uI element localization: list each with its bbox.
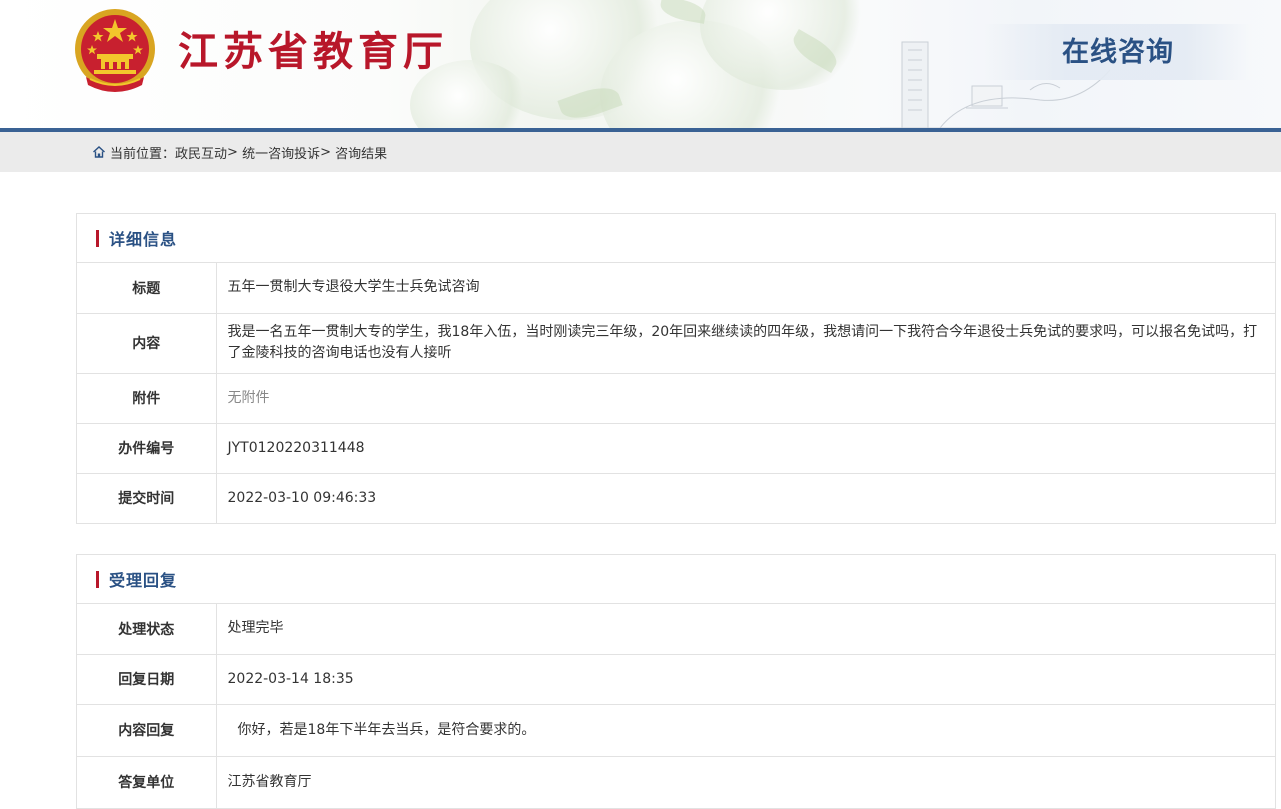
breadcrumb-prefix: 当前位置： — [110, 146, 176, 162]
breadcrumb: 当前位置： 政民互动 > 统一咨询投诉 > 咨询结果 — [92, 132, 387, 172]
detail-panel-header: 详细信息 — [77, 214, 1275, 263]
table-row: 内容回复 你好，若是18年下半年去当兵，是符合要求的。 — [77, 703, 1275, 756]
row-value-case-number: JYT0120220311448 — [216, 422, 1275, 473]
table-row: 内容 我是一名五年一贯制大专的学生，我18年入伍，当时刚读完三年级，20年回来继… — [77, 312, 1275, 373]
row-label-reply-unit: 答复单位 — [77, 755, 217, 808]
panel-heading-marker — [96, 229, 99, 247]
home-icon — [93, 146, 105, 158]
row-value-reply-unit: 江苏省教育厅 — [216, 755, 1275, 808]
row-value-status: 处理完毕 — [227, 620, 284, 637]
site-header: 江苏省教育厅 在线咨询 — [0, 0, 1281, 128]
reply-panel-title: 受理回复 — [109, 571, 178, 590]
row-label-content: 内容 — [77, 312, 217, 373]
breadcrumb-separator: > — [227, 144, 238, 160]
breadcrumb-separator: > — [320, 144, 331, 160]
row-value-reply-date: 2022-03-14 18:35 — [216, 653, 1275, 704]
table-row: 附件 无附件 — [77, 372, 1275, 423]
row-value-reply-content-cell: 你好，若是18年下半年去当兵，是符合要求的。 — [216, 703, 1275, 756]
row-label-case-number: 办件编号 — [77, 422, 217, 473]
row-label-reply-content: 内容回复 — [77, 703, 217, 756]
detail-panel: 详细信息 标题 五年一贯制大专退役大学生士兵免试咨询 内容 我是一名五年一贯制大… — [76, 213, 1276, 524]
table-row: 回复日期 2022-03-14 18:35 — [77, 653, 1275, 704]
reply-panel: 受理回复 处理状态 处理完毕 回复日期 2022-03-14 18:35 内容回… — [76, 554, 1276, 809]
table-row: 标题 五年一贯制大专退役大学生士兵免试咨询 — [77, 263, 1275, 313]
breadcrumb-link-gov-interaction[interactable]: 政民互动 — [175, 143, 227, 162]
header-leaf-decoration — [658, 0, 708, 24]
row-label-attachment: 附件 — [77, 372, 217, 423]
reply-table: 处理状态 处理完毕 回复日期 2022-03-14 18:35 内容回复 你好，… — [77, 604, 1275, 808]
row-label-reply-date: 回复日期 — [77, 653, 217, 704]
row-value-submit-time: 2022-03-10 09:46:33 — [216, 472, 1275, 523]
site-title: 江苏省教育厅 — [178, 28, 448, 75]
detail-table: 标题 五年一贯制大专退役大学生士兵免试咨询 内容 我是一名五年一贯制大专的学生，… — [77, 263, 1275, 523]
row-value-title: 五年一贯制大专退役大学生士兵免试咨询 — [227, 279, 480, 296]
table-row: 处理状态 处理完毕 — [77, 604, 1275, 654]
row-label-title: 标题 — [77, 263, 217, 313]
panel-heading-marker — [96, 570, 99, 588]
row-value-attachment: 无附件 — [216, 372, 1275, 423]
section-title: 在线咨询 — [1062, 37, 1174, 68]
table-row: 答复单位 江苏省教育厅 — [77, 755, 1275, 808]
breadcrumb-link-consult-complaint[interactable]: 统一咨询投诉 — [242, 143, 320, 162]
reply-panel-header: 受理回复 — [77, 555, 1275, 604]
table-row: 办件编号 JYT0120220311448 — [77, 422, 1275, 473]
breadcrumb-current: 咨询结果 — [335, 146, 388, 162]
table-row: 提交时间 2022-03-10 09:46:33 — [77, 472, 1275, 523]
detail-panel-title: 详细信息 — [109, 230, 178, 249]
row-value-content: 我是一名五年一贯制大专的学生，我18年入伍，当时刚读完三年级，20年回来继续读的… — [216, 312, 1275, 373]
row-label-submit-time: 提交时间 — [77, 472, 217, 523]
national-emblem-icon — [75, 9, 155, 92]
row-value-reply-content: 你好，若是18年下半年去当兵，是符合要求的。 — [237, 721, 536, 738]
breadcrumb-bar: 当前位置： 政民互动 > 统一咨询投诉 > 咨询结果 — [0, 132, 1281, 172]
row-label-status: 处理状态 — [77, 604, 217, 654]
